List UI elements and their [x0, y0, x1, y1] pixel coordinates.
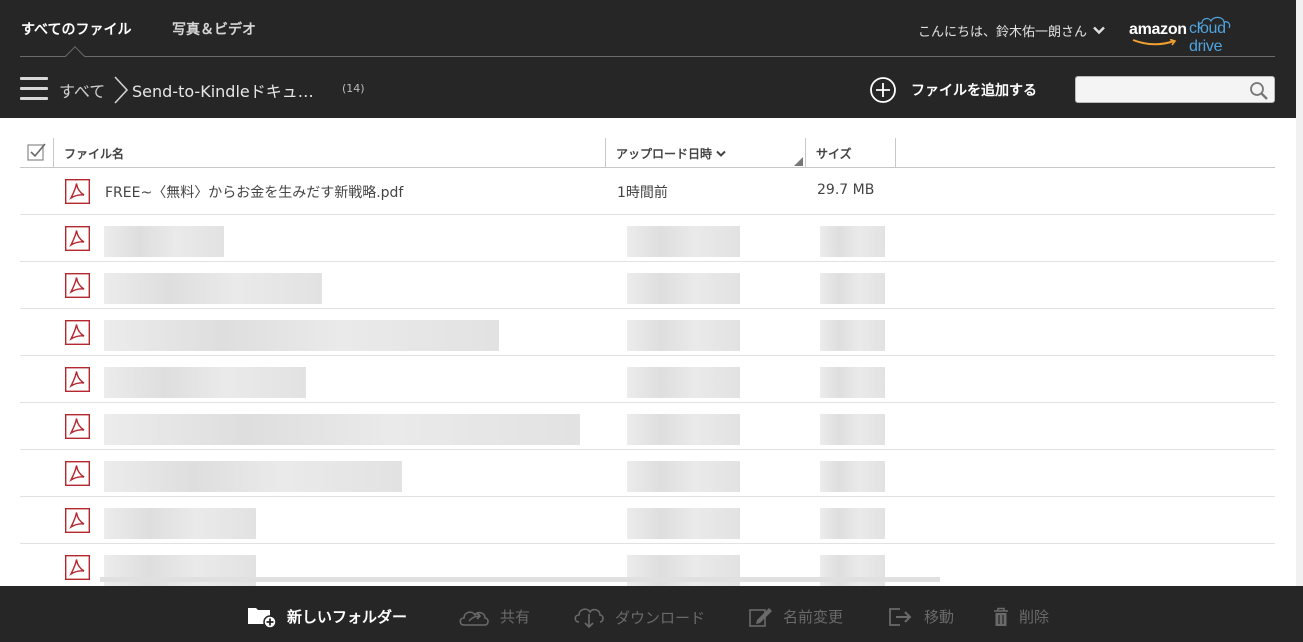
plus-circle-icon — [870, 77, 896, 103]
column-header-upload-date-label: アップロード日時 — [616, 147, 713, 161]
redacted-file-name — [104, 226, 224, 257]
file-row[interactable] — [20, 309, 1275, 356]
delete-button[interactable]: 削除 — [993, 606, 1049, 627]
rename-label: 名前変更 — [783, 608, 844, 626]
column-header-size[interactable]: サイズ — [816, 145, 852, 162]
download-label: ダウンロード — [615, 608, 706, 627]
redacted-file-name — [104, 320, 499, 351]
column-header-upload-date[interactable]: アップロード日時 — [616, 145, 726, 162]
new-folder-icon — [248, 608, 277, 628]
logo-cloud-drive-text: cloud drive — [1189, 20, 1226, 55]
pdf-file-icon — [65, 555, 90, 580]
column-divider — [805, 138, 806, 168]
new-folder-label: 新しいフォルダー — [287, 607, 408, 626]
move-label: 移動 — [924, 608, 955, 626]
redacted-upload-date — [627, 320, 740, 351]
active-tab-indicator — [65, 46, 85, 66]
column-header-name[interactable]: ファイル名 — [64, 145, 124, 162]
redacted-file-size — [820, 461, 885, 492]
redacted-file-size — [820, 414, 885, 445]
tab-photos-videos[interactable]: 写真＆ビデオ — [172, 19, 256, 39]
download-cloud-icon — [574, 608, 604, 628]
file-upload-date: 1時間前 — [617, 185, 668, 201]
file-list-header: ファイル名 アップロード日時 サイズ — [20, 138, 1275, 168]
search-icon[interactable] — [1249, 81, 1269, 101]
column-divider — [53, 138, 54, 168]
account-menu[interactable]: こんにちは、鈴木佑一朗さん — [918, 21, 1105, 40]
item-count: (14) — [342, 82, 365, 95]
move-button[interactable]: 移動 — [888, 606, 954, 627]
redacted-file-size — [820, 367, 885, 398]
pdf-file-icon — [65, 414, 90, 439]
breadcrumb-root[interactable]: すべて — [59, 78, 105, 102]
search-box[interactable] — [1075, 76, 1275, 103]
select-all-checkbox-icon[interactable] — [27, 142, 49, 162]
breadcrumb-current-folder[interactable]: Send-to-Kindleドキュ… — [132, 78, 314, 102]
greeting-text: こんにちは、鈴木佑一朗さん — [918, 25, 1088, 40]
file-row[interactable] — [20, 403, 1275, 450]
trash-icon — [994, 607, 1008, 626]
file-row[interactable] — [20, 215, 1275, 262]
file-row[interactable] — [20, 450, 1275, 497]
redacted-upload-date — [627, 461, 740, 492]
tab-all-files[interactable]: すべてのファイル — [21, 19, 131, 39]
redacted-upload-date — [627, 226, 740, 257]
column-resize-handle[interactable] — [794, 157, 803, 166]
top-bar: すべてのファイル 写真＆ビデオ こんにちは、鈴木佑一朗さん amazon clo… — [0, 0, 1303, 118]
breadcrumb-chevron-icon — [114, 76, 129, 104]
pdf-file-icon — [65, 226, 90, 251]
redacted-file-name — [104, 414, 580, 445]
rename-button[interactable]: 名前変更 — [749, 606, 843, 627]
pdf-file-icon — [65, 320, 90, 345]
pdf-file-icon — [65, 273, 90, 298]
column-divider — [895, 138, 896, 168]
share-label: 共有 — [500, 608, 531, 626]
action-toolbar: 新しいフォルダー 共有 ダウンロード 名前変更 移動 削除 — [0, 586, 1303, 642]
logo-amazon-text: amazon — [1129, 21, 1187, 38]
redacted-upload-date — [627, 414, 740, 445]
sort-desc-chevron-icon — [716, 150, 726, 157]
file-row[interactable] — [20, 356, 1275, 403]
list-horizontal-scrollbar[interactable] — [100, 577, 940, 582]
file-row[interactable] — [20, 262, 1275, 309]
redacted-upload-date — [627, 508, 740, 539]
redacted-file-size — [820, 273, 885, 304]
file-size: 29.7 MB — [817, 182, 875, 198]
file-row[interactable] — [20, 544, 1275, 591]
delete-label: 削除 — [1019, 608, 1050, 626]
file-name[interactable]: FREE~〈無料〉からお金を生みだす新戦略.pdf — [105, 182, 403, 202]
share-button[interactable]: 共有 — [458, 606, 530, 627]
redacted-file-name — [104, 367, 306, 398]
amazon-smile-icon — [1132, 39, 1177, 46]
rename-pencil-icon — [749, 607, 772, 627]
redacted-file-name — [104, 273, 322, 304]
redacted-file-name — [104, 508, 256, 539]
redacted-file-size — [820, 508, 885, 539]
pdf-file-icon — [65, 179, 90, 204]
chevron-down-icon — [1093, 26, 1105, 35]
hamburger-menu-icon[interactable] — [20, 77, 48, 101]
amazon-cloud-drive-logo[interactable]: amazon cloud drive — [1129, 15, 1259, 55]
pdf-file-icon — [65, 367, 90, 392]
pdf-file-icon — [65, 508, 90, 533]
add-file-label: ファイルを追加する — [911, 83, 1037, 99]
move-arrow-icon — [889, 607, 912, 626]
pdf-file-icon — [65, 461, 90, 486]
search-input[interactable] — [1076, 77, 1244, 102]
file-row[interactable] — [20, 497, 1275, 544]
download-button[interactable]: ダウンロード — [573, 606, 705, 628]
redacted-file-name — [104, 461, 402, 492]
redacted-upload-date — [627, 273, 740, 304]
column-divider — [605, 138, 606, 168]
share-cloud-icon — [459, 610, 489, 626]
file-row[interactable]: FREE~〈無料〉からお金を生みだす新戦略.pdf 1時間前 29.7 MB — [20, 168, 1275, 215]
tab-divider — [20, 56, 1275, 57]
page-vertical-scrollbar[interactable] — [1296, 0, 1303, 586]
redacted-file-size — [820, 320, 885, 351]
new-folder-button[interactable]: 新しいフォルダー — [247, 604, 407, 628]
redacted-file-size — [820, 226, 885, 257]
add-file-button[interactable]: ファイルを追加する — [869, 76, 1037, 104]
redacted-upload-date — [627, 367, 740, 398]
